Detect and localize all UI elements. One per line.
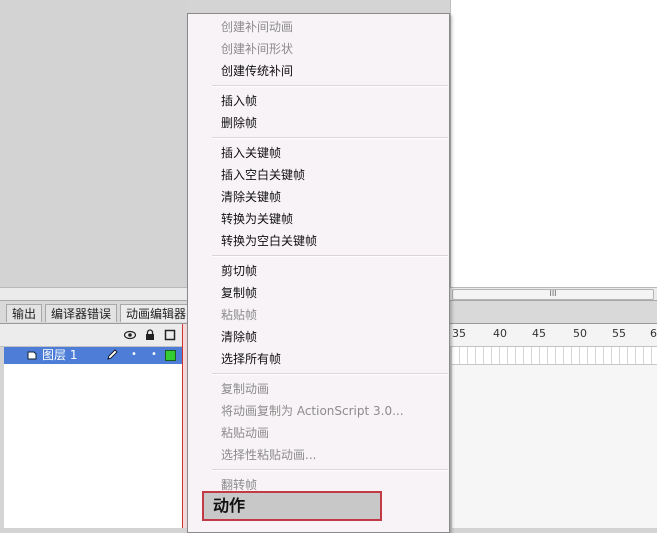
menu-item-select-all-frames[interactable]: 选择所有帧 (221, 348, 281, 370)
layer-list-empty (4, 364, 185, 528)
frame-row[interactable] (452, 347, 657, 365)
menu-item-create-classic-tween[interactable]: 创建传统补间 (221, 60, 293, 82)
eye-icon[interactable] (123, 329, 137, 341)
layer-icon (26, 349, 38, 361)
scrollbar-grip: III (549, 289, 557, 298)
ruler-number: 6 (650, 327, 657, 340)
stage-left-area (0, 0, 187, 288)
menu-item-insert-keyframe[interactable]: 插入关键帧 (221, 142, 281, 164)
tab-motion-editor-label: 动画编辑器 (126, 307, 187, 321)
menu-item-convert-to-keyframe[interactable]: 转换为关键帧 (221, 208, 293, 230)
frame-context-menu: 创建补间动画 创建补间形状 创建传统补间 插入帧 删除帧 插入关键帧 插入空白关… (187, 13, 450, 533)
menu-item-actions-highlighted[interactable]: 动作 (202, 491, 382, 521)
ruler-number: 50 (573, 327, 587, 340)
layer-row[interactable]: 图层 1 • • (4, 347, 184, 364)
menu-item-paste-motion: 粘贴动画 (221, 426, 270, 440)
lock-icon[interactable] (144, 329, 156, 341)
menu-separator (212, 373, 448, 375)
ruler-number: 45 (532, 327, 546, 340)
scrollbar-thumb[interactable]: III (452, 289, 654, 300)
menu-item-convert-to-blank-keyframe[interactable]: 转换为空白关键帧 (221, 230, 317, 252)
layer-name[interactable]: 图层 1 (42, 347, 77, 364)
menu-item-clear-frames[interactable]: 清除帧 (221, 326, 257, 348)
ruler-number: 40 (493, 327, 507, 340)
menu-item-cut-frames[interactable]: 剪切帧 (221, 260, 257, 282)
tab-motion-editor[interactable]: 动画编辑器 (120, 304, 193, 322)
visibility-dot-icon[interactable]: • (128, 349, 140, 361)
pencil-icon (106, 349, 118, 361)
ruler-number: 35 (452, 327, 466, 340)
tab-output[interactable]: 输出 (6, 304, 43, 322)
stage-canvas[interactable] (450, 0, 657, 288)
menu-item-paste-motion-special: 选择性粘贴动画... (221, 448, 317, 462)
outline-icon[interactable] (164, 329, 176, 341)
menu-icon-gutter (188, 14, 210, 532)
ruler-number: 55 (612, 327, 626, 340)
menu-item-copy-motion-as-actionscript: 将动画复制为 ActionScript 3.0... (221, 404, 404, 418)
menu-separator (212, 255, 448, 257)
menu-separator (212, 137, 448, 139)
menu-separator (212, 85, 448, 87)
menu-item-create-shape-tween: 创建补间形状 (221, 42, 294, 56)
menu-item-paste-frames: 粘贴帧 (221, 308, 258, 322)
menu-item-insert-frame[interactable]: 插入帧 (221, 90, 257, 112)
frame-area-empty (452, 365, 657, 528)
lock-dot-icon[interactable]: • (148, 349, 160, 361)
menu-item-copy-frames[interactable]: 复制帧 (221, 282, 257, 304)
menu-item-copy-motion: 复制动画 (221, 382, 270, 396)
tab-compiler-errors[interactable]: 编译器错误 (45, 304, 118, 322)
menu-item-create-motion-tween: 创建补间动画 (221, 20, 294, 34)
menu-separator (212, 469, 448, 471)
frame-ruler[interactable]: 35 40 45 50 55 6 (452, 324, 657, 346)
layer-outline-color[interactable] (165, 350, 176, 361)
menu-item-insert-blank-keyframe[interactable]: 插入空白关键帧 (221, 164, 305, 186)
tab-output-label: 输出 (12, 307, 37, 321)
menu-item-remove-frames[interactable]: 删除帧 (221, 112, 257, 134)
menu-item-clear-keyframe[interactable]: 清除关键帧 (221, 186, 281, 208)
tab-compiler-errors-label: 编译器错误 (51, 307, 112, 321)
